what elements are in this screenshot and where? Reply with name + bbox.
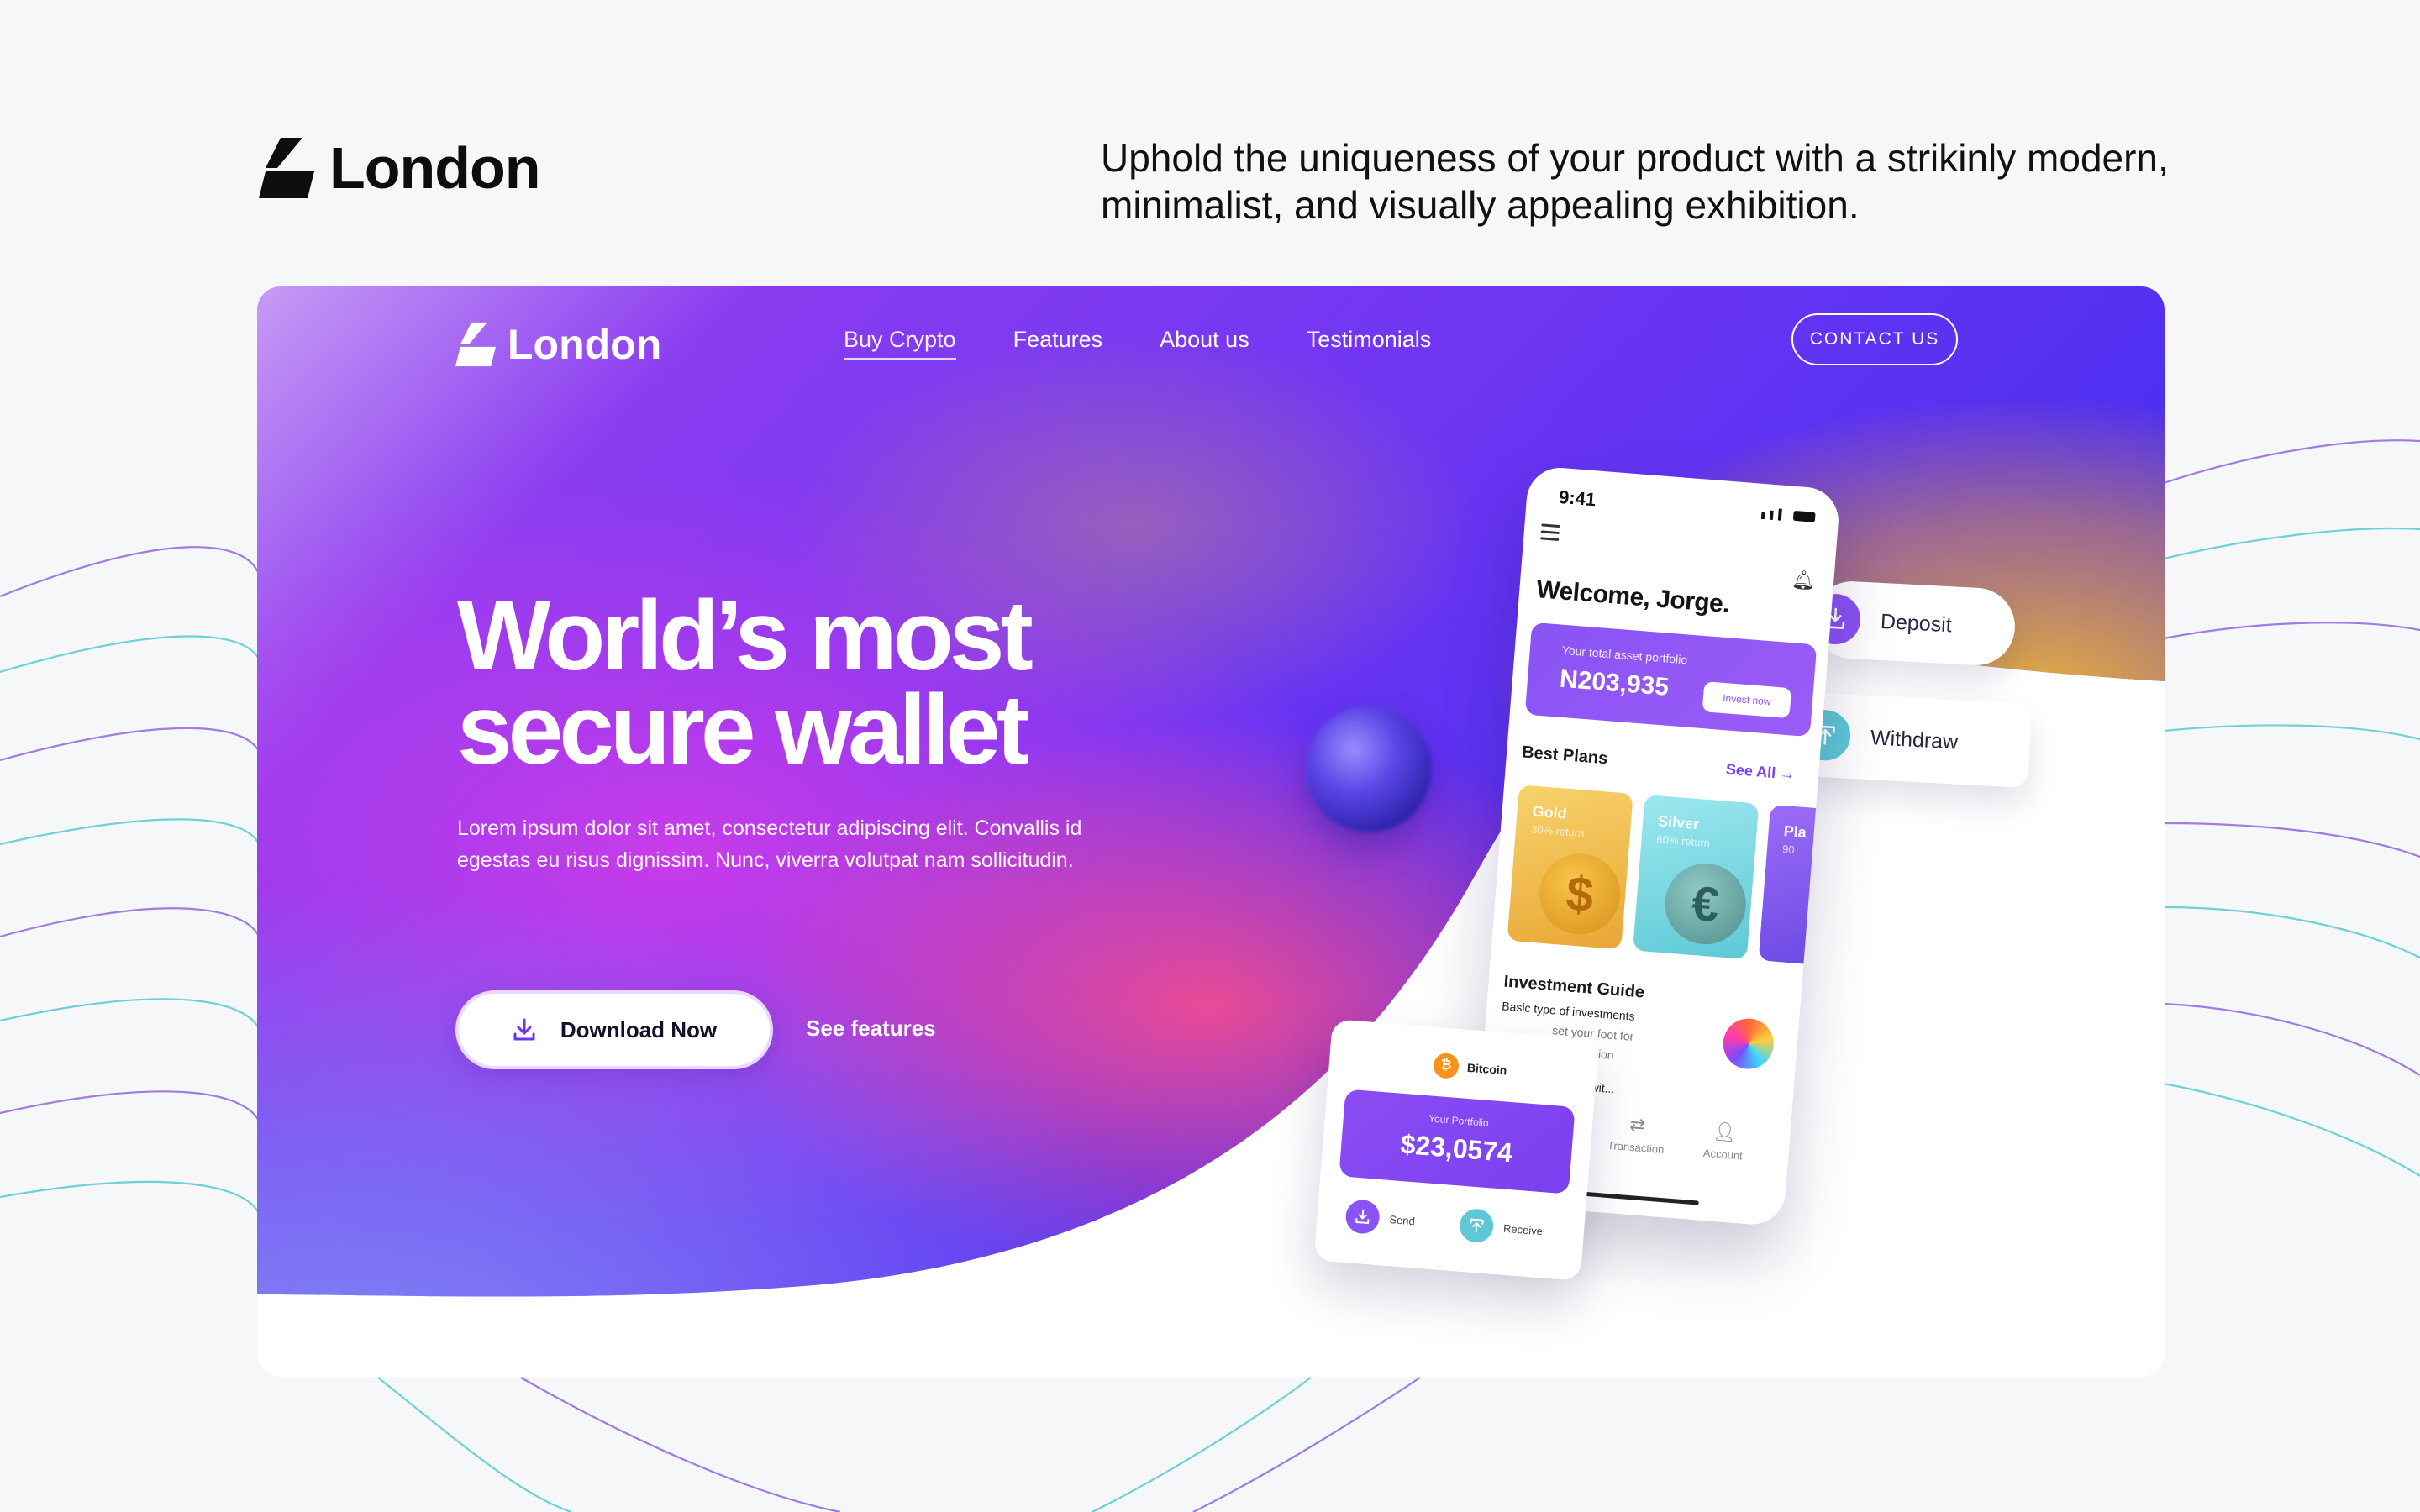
dollar-coin-icon: $ [1536,850,1623,937]
asset-label: Your total asset portfolio [1561,643,1688,667]
tab-transaction-label: Transaction [1607,1138,1665,1157]
euro-coin-icon: € [1662,860,1749,948]
account-icon: 👤︎ [1712,1120,1738,1143]
send-label: Send [1388,1212,1416,1227]
london-logo-icon [259,138,314,198]
hero-title-line2: secure wallet [457,675,1029,785]
portfolio-balance: Your Portfolio $23,0574 [1339,1089,1576,1194]
nav-testimonials[interactable]: Testimonials [1307,327,1432,360]
decorative-orb [1306,706,1432,832]
plan-rate: 60% return [1655,832,1711,850]
investment-guide-heading: Investment Guide [1502,972,1645,1002]
site-brand[interactable]: London [455,320,661,369]
investment-guide-subtitle: Basic type of investments [1501,999,1636,1023]
invest-now-button[interactable]: Invest now [1702,681,1792,719]
site-brand-name: London [508,321,662,368]
asset-value: N203,935 [1558,664,1670,701]
see-all-link[interactable]: See All → [1725,761,1796,784]
withdraw-pill: Withdraw [1798,692,2033,788]
deposit-label: Deposit [1880,609,1953,637]
nav-about-us[interactable]: About us [1160,327,1249,360]
phone-welcome: Welcome, Jorge. [1535,575,1731,619]
send-button[interactable]: Send [1344,1199,1416,1237]
deposit-pill: Deposit [1808,579,2018,668]
bitcoin-label: ₿ Bitcoin [1432,1052,1508,1084]
asset-portfolio-card: Your total asset portfolio N203,935 Inve… [1524,622,1818,738]
hamburger-menu-icon[interactable] [1540,523,1560,545]
hero-title: World’s most secure wallet [457,586,1034,780]
tab-transaction[interactable]: ⇄ Transaction [1593,1111,1680,1158]
plan-card-gold[interactable]: Gold 30% return $ [1507,785,1634,950]
nav-features[interactable]: Features [1013,327,1103,360]
withdraw-label: Withdraw [1870,725,1959,754]
outer-brand-name: London [329,135,541,201]
download-now-label: Download Now [560,1016,718,1042]
guide-thumbnail [1721,1016,1776,1071]
website-preview-card: London Buy Crypto Features About us Test… [257,286,2165,1377]
plan-name: Gold [1531,802,1568,822]
plan-card-silver[interactable]: Silver 60% return € [1633,795,1760,960]
receive-icon [1458,1207,1495,1244]
bitcoin-icon: ₿ [1432,1052,1460,1079]
main-nav: Buy Crypto Features About us Testimonial… [844,327,1431,360]
outer-tagline: Uphold the uniqueness of your product wi… [1101,136,2169,227]
plan-rate: 30% return [1530,822,1586,840]
contact-us-button[interactable]: CONTACT US [1791,313,1958,365]
receive-button[interactable]: Receive [1458,1207,1544,1248]
transaction-icon: ⇄ [1628,1113,1646,1137]
bell-icon[interactable]: 🔔︎ [1791,569,1816,592]
plan-name: Pla [1783,822,1807,842]
plan-name: Silver [1657,812,1700,833]
receive-label: Receive [1502,1221,1544,1237]
coin-name: Bitcoin [1466,1060,1507,1078]
tab-account-label: Account [1702,1146,1744,1163]
hero-subtitle: Lorem ipsum dolor sit amet, consectetur … [457,816,1082,872]
send-icon [1344,1199,1381,1236]
plan-rate: 90 [1781,843,1796,857]
phone-time: 9:41 [1558,486,1597,511]
tab-account[interactable]: 👤︎ Account [1681,1118,1767,1164]
download-now-button[interactable]: Download Now [455,990,773,1069]
see-features-link[interactable]: See features [806,1016,936,1042]
best-plans-heading: Best Plans [1521,743,1609,769]
outer-brand: London [259,134,541,202]
london-logo-icon [455,322,496,367]
phone-status-icons [1760,507,1816,523]
bitcoin-portfolio-card: ₿ Bitcoin Your Portfolio $23,0574 Send R… [1313,1019,1600,1282]
download-icon [513,1018,535,1041]
nav-buy-crypto[interactable]: Buy Crypto [844,327,956,360]
